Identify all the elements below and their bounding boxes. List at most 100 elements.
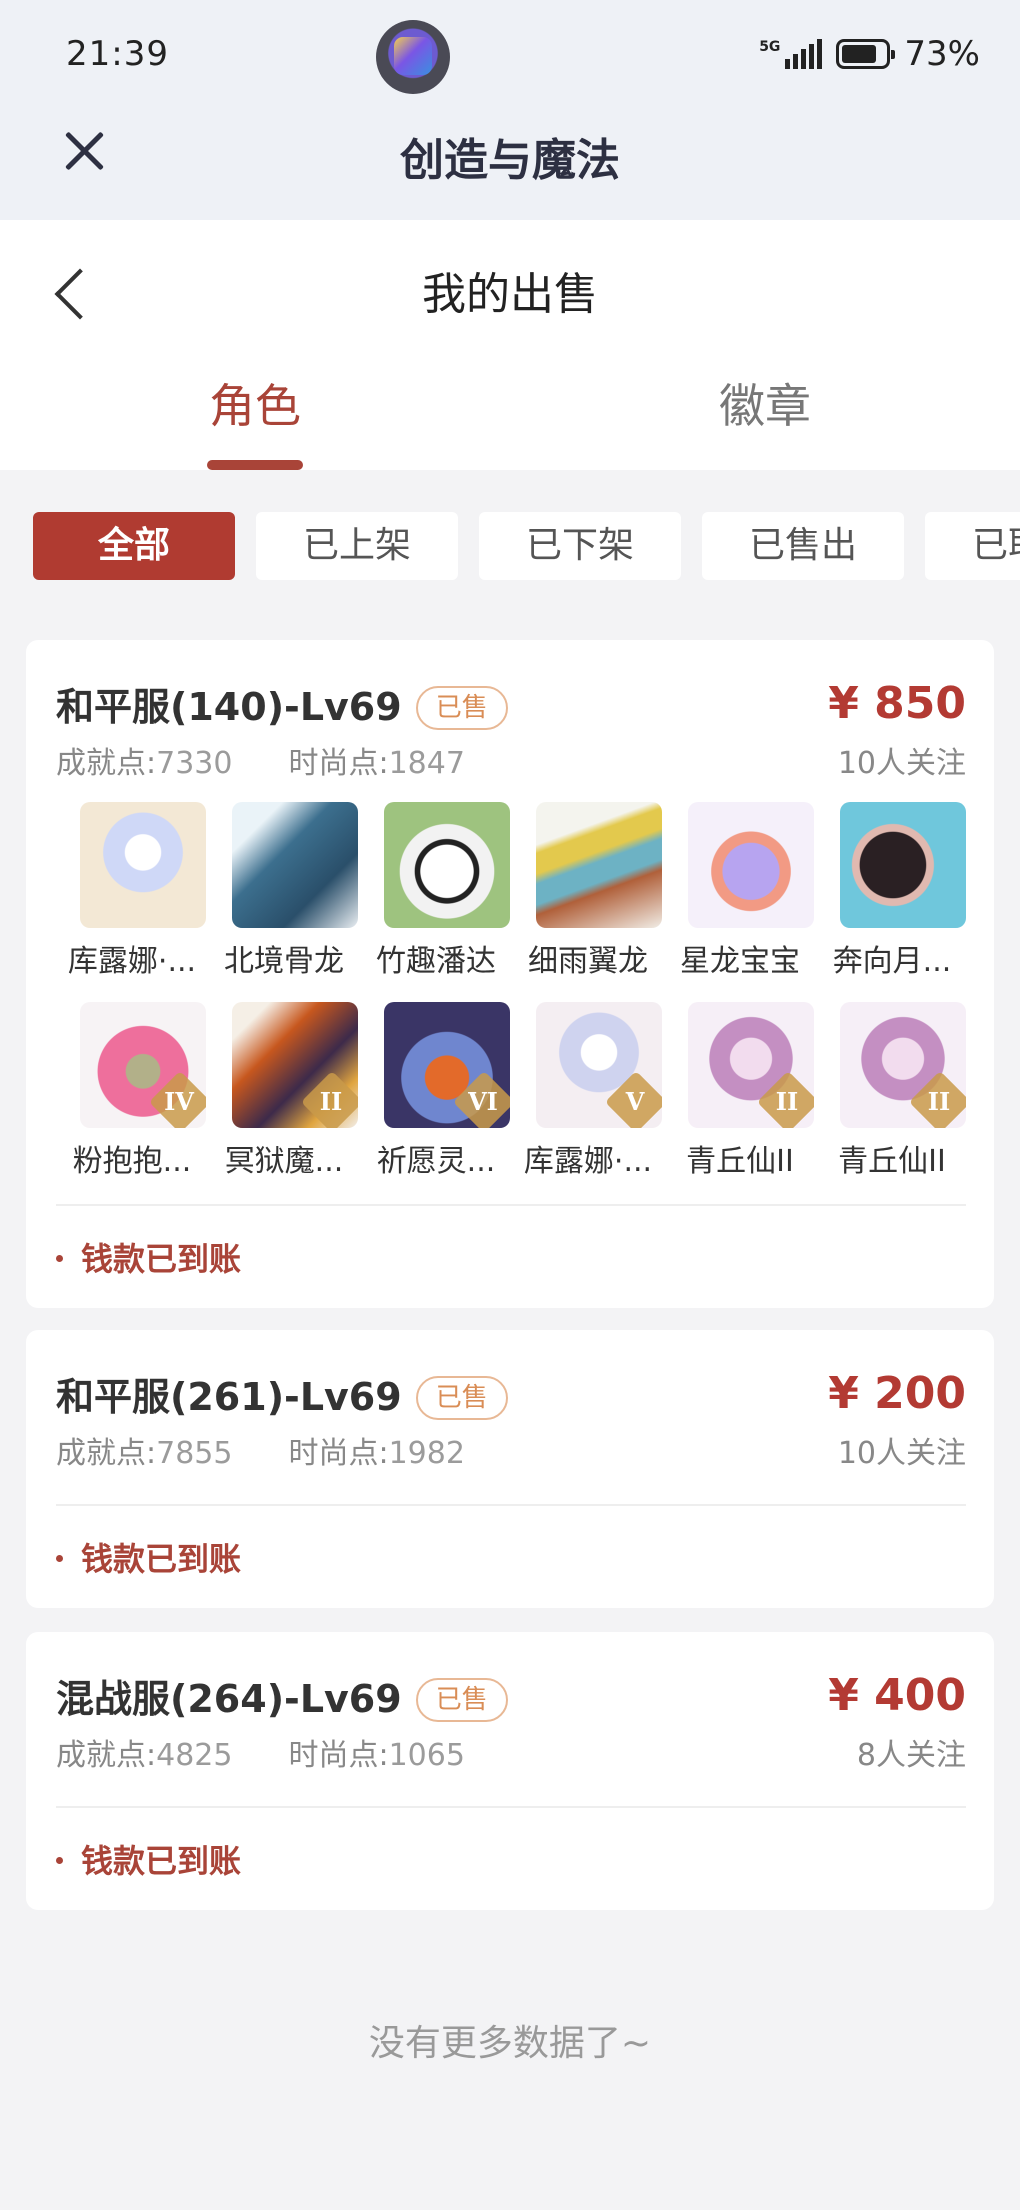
pet-thumbnail [688,802,814,928]
mini-program-header: 创造与魔法 [0,110,1020,220]
list-item[interactable]: IV 粉抱抱... [56,1002,206,1180]
level-label: II [319,1087,343,1116]
mini-program-title: 创造与魔法 [400,135,620,186]
list-item[interactable]: II 青丘仙II [816,1002,966,1180]
fashion-value: 1065 [388,1738,465,1773]
list-item[interactable]: 星龙宝宝 [664,802,814,980]
item-name: 竹趣潘达 [376,944,496,979]
pet-thumbnail: II [232,1002,358,1128]
filter-cancelled[interactable]: 已取消 [925,512,1020,580]
list-item[interactable]: 细雨翼龙 [512,802,662,980]
filter-sold[interactable]: 已售出 [702,512,904,580]
page-title: 我的出售 [422,269,598,320]
filter-all[interactable]: 全部 [33,512,235,580]
payment-status: 钱款已到账 [56,1234,241,1280]
status-indicators: 5G 73% [759,34,980,74]
item-name: 星龙宝宝 [680,944,800,979]
listing-card[interactable]: 和平服(261)-Lv69 已售 ¥ 200 成就点:7855 时尚点:1982 1… [26,1330,994,1608]
list-item[interactable]: 竹趣潘达 [360,802,510,980]
level-label: V [625,1087,645,1116]
achievement-value: 7855 [156,1436,233,1471]
item-name: 库露娜·... [67,944,197,979]
tab-badges[interactable]: 徽章 [665,370,865,436]
pet-thumbnail: II [688,1002,814,1128]
signal-icon: 5G [759,39,823,69]
no-more-data-text: 没有更多数据了~ [368,2023,652,2064]
divider [56,1806,966,1808]
item-name: 奔向月... [832,944,952,979]
listing-title-text: 和平服(140)-Lv69 [56,685,402,729]
listing-stats: 成就点:4825 时尚点:1065 [56,1730,465,1774]
pet-thumbnail: IV [80,1002,206,1128]
pet-thumbnail [80,802,206,928]
network-type: 5G [759,39,781,55]
fashion-label: 时尚点: [288,1738,389,1773]
battery-percent: 73% [904,34,980,74]
level-label: VI [468,1087,498,1116]
pet-thumbnail [536,802,662,928]
level-label: II [927,1087,951,1116]
game-app-icon [376,20,450,94]
status-badge: 已售 [415,686,508,730]
listing-price: ¥ 200 [828,1368,966,1419]
listing-stats: 成就点:7330 时尚点:1847 [56,738,465,782]
fashion-value: 1982 [388,1436,465,1471]
list-item[interactable]: 北境骨龙 [208,802,358,980]
follower-count: 10人关注 [837,1436,966,1471]
achievement-value: 7330 [156,746,233,781]
achievement-label: 成就点: [56,1738,157,1773]
page-header: 我的出售 角色 徽章 [0,220,1020,470]
status-badge: 已售 [415,1376,508,1420]
fashion-value: 1847 [388,746,465,781]
fashion-label: 时尚点: [288,746,389,781]
list-item[interactable]: V 库露娜·... [512,1002,662,1180]
item-name: 青丘仙II [686,1144,794,1179]
achievement-label: 成就点: [56,746,157,781]
listing-title: 混战服(264)-Lv69 已售 [56,1668,508,1723]
level-label: II [775,1087,799,1116]
follower-count: 10人关注 [837,746,966,781]
status-time: 21:39 [66,34,169,74]
payment-status: 钱款已到账 [56,1534,241,1580]
fashion-label: 时尚点: [288,1436,389,1471]
payment-status: 钱款已到账 [56,1836,241,1882]
pet-thumbnail: V [536,1002,662,1128]
list-item[interactable]: 奔向月... [816,802,966,980]
pet-thumbnail [384,802,510,928]
list-item[interactable]: II 青丘仙II [664,1002,814,1180]
item-name: 祈愿灵... [376,1144,496,1179]
listing-title: 和平服(140)-Lv69 已售 [56,676,508,731]
divider [56,1504,966,1506]
item-name: 粉抱抱... [72,1144,192,1179]
list-item[interactable]: II 冥狱魔... [208,1002,358,1180]
item-name: 冥狱魔... [224,1144,344,1179]
item-name: 细雨翼龙 [528,944,648,979]
tab-bar: 角色 徽章 [0,370,1020,470]
filter-listed[interactable]: 已上架 [256,512,458,580]
pet-thumbnail: II [840,1002,966,1128]
item-name: 北境骨龙 [224,944,344,979]
status-badge: 已售 [415,1678,508,1722]
item-name: 青丘仙II [838,1144,946,1179]
filter-chips: 全部 已上架 已下架 已售出 已取消 [0,512,1020,602]
status-bar: 21:39 5G 73% [0,0,1020,110]
listing-price: ¥ 850 [828,678,966,729]
pet-thumbnail [840,802,966,928]
achievement-value: 4825 [156,1738,233,1773]
battery-icon [836,39,896,69]
achievement-label: 成就点: [56,1436,157,1471]
item-name: 库露娜·... [523,1144,653,1179]
listing-card[interactable]: 和平服(140)-Lv69 已售 ¥ 850 成就点:7330 时尚点:1847 1… [26,640,994,1308]
listing-title-text: 混战服(264)-Lv69 [56,1677,402,1721]
level-label: IV [164,1087,194,1116]
listing-stats: 成就点:7855 时尚点:1982 [56,1428,465,1472]
tab-roles[interactable]: 角色 [155,370,355,436]
list-item[interactable]: VI 祈愿灵... [360,1002,510,1180]
listing-price: ¥ 400 [828,1670,966,1721]
list-item[interactable]: 库露娜·... [56,802,206,980]
pet-thumbnail [232,802,358,928]
filter-delisted[interactable]: 已下架 [479,512,681,580]
listing-title-text: 和平服(261)-Lv69 [56,1375,402,1419]
active-tab-indicator [207,460,303,470]
listing-card[interactable]: 混战服(264)-Lv69 已售 ¥ 400 成就点:4825 时尚点:1065 8… [26,1632,994,1910]
